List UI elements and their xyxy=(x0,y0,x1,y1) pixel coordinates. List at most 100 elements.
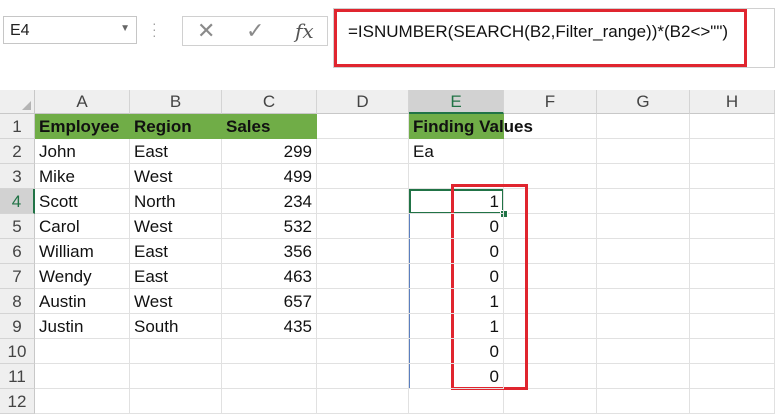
cell[interactable] xyxy=(597,164,690,189)
table-cell[interactable]: Justin xyxy=(35,314,130,339)
cell[interactable] xyxy=(317,364,409,389)
row-header-2[interactable]: 2 xyxy=(0,139,35,164)
table-header-cell[interactable]: Region xyxy=(130,114,222,139)
table-cell[interactable]: 435 xyxy=(222,314,317,339)
cell[interactable] xyxy=(222,339,317,364)
table-cell[interactable]: West xyxy=(130,164,222,189)
table-cell[interactable]: East xyxy=(130,139,222,164)
table-cell[interactable]: 299 xyxy=(222,139,317,164)
cell[interactable] xyxy=(690,164,775,189)
table-cell[interactable]: 657 xyxy=(222,289,317,314)
chevron-down-icon[interactable]: ▼ xyxy=(120,23,130,34)
cell[interactable] xyxy=(317,114,409,139)
cell[interactable] xyxy=(130,364,222,389)
cell[interactable] xyxy=(690,114,775,139)
table-cell[interactable]: North xyxy=(130,189,222,214)
cell[interactable] xyxy=(317,214,409,239)
cell[interactable] xyxy=(597,289,690,314)
cell[interactable] xyxy=(317,389,409,414)
cell[interactable] xyxy=(317,139,409,164)
table-cell[interactable]: 356 xyxy=(222,239,317,264)
cell[interactable] xyxy=(597,314,690,339)
row-header-3[interactable]: 3 xyxy=(0,164,35,189)
cell[interactable] xyxy=(597,214,690,239)
formula-input[interactable]: =ISNUMBER(SEARCH(B2,Filter_range))*(B2<>… xyxy=(333,8,775,68)
row-header-7[interactable]: 7 xyxy=(0,264,35,289)
cell[interactable] xyxy=(690,364,775,389)
cell[interactable] xyxy=(504,189,597,214)
cell[interactable] xyxy=(130,339,222,364)
column-header-c[interactable]: C xyxy=(222,90,317,114)
row-header-10[interactable]: 10 xyxy=(0,339,35,364)
cell[interactable] xyxy=(597,139,690,164)
spreadsheet-grid[interactable]: ABCDEFGH 1 2 3 4 5 6 7 8 9 10 11 12 Employee Region S… xyxy=(0,90,775,414)
column-header-h[interactable]: H xyxy=(690,90,775,114)
table-cell[interactable]: 463 xyxy=(222,264,317,289)
cell[interactable] xyxy=(130,389,222,414)
column-header-e[interactable]: E xyxy=(409,90,504,114)
cell[interactable] xyxy=(597,189,690,214)
cell[interactable] xyxy=(690,314,775,339)
table-cell[interactable]: Austin xyxy=(35,289,130,314)
column-header-f[interactable]: F xyxy=(504,90,597,114)
cell[interactable] xyxy=(690,139,775,164)
result-cell[interactable]: 0 xyxy=(409,239,504,264)
cell[interactable] xyxy=(317,239,409,264)
table-cell[interactable]: 499 xyxy=(222,164,317,189)
cell[interactable] xyxy=(317,289,409,314)
cell[interactable] xyxy=(504,389,597,414)
cell[interactable] xyxy=(690,289,775,314)
result-cell[interactable]: 1 xyxy=(409,189,504,214)
table-header-cell[interactable]: Sales xyxy=(222,114,317,139)
cell[interactable] xyxy=(409,164,504,189)
cell[interactable] xyxy=(222,364,317,389)
cell[interactable] xyxy=(690,389,775,414)
cell[interactable] xyxy=(597,389,690,414)
result-cell[interactable]: 0 xyxy=(409,339,504,364)
insert-function-icon[interactable]: fx xyxy=(295,19,314,43)
cell[interactable] xyxy=(504,289,597,314)
cell[interactable] xyxy=(504,364,597,389)
cell[interactable] xyxy=(35,389,130,414)
row-header-5[interactable]: 5 xyxy=(0,214,35,239)
result-cell[interactable]: 0 xyxy=(409,264,504,289)
column-header-a[interactable]: A xyxy=(35,90,130,114)
table-cell[interactable]: John xyxy=(35,139,130,164)
table-cell[interactable]: Wendy xyxy=(35,264,130,289)
finding-values-header[interactable]: Finding Values xyxy=(409,114,533,139)
close-icon[interactable]: ✕ xyxy=(197,18,215,44)
cell[interactable] xyxy=(504,214,597,239)
row-header-11[interactable]: 11 xyxy=(0,364,35,389)
row-header-6[interactable]: 6 xyxy=(0,239,35,264)
cell[interactable] xyxy=(690,264,775,289)
row-header-9[interactable]: 9 xyxy=(0,314,35,339)
cell[interactable] xyxy=(690,214,775,239)
name-box[interactable]: E4 ▼ xyxy=(3,16,137,44)
check-icon[interactable]: ✓ xyxy=(246,18,264,44)
cell[interactable] xyxy=(597,364,690,389)
table-cell[interactable]: East xyxy=(130,239,222,264)
table-cell[interactable]: West xyxy=(130,214,222,239)
column-header-d[interactable]: D xyxy=(317,90,409,114)
row-header-4[interactable]: 4 xyxy=(0,189,35,214)
cell[interactable] xyxy=(504,339,597,364)
cell[interactable] xyxy=(597,114,690,139)
cell[interactable] xyxy=(317,264,409,289)
cell[interactable] xyxy=(317,339,409,364)
cell[interactable] xyxy=(597,239,690,264)
column-header-b[interactable]: B xyxy=(130,90,222,114)
table-cell[interactable]: William xyxy=(35,239,130,264)
cell[interactable] xyxy=(690,239,775,264)
cell[interactable] xyxy=(317,314,409,339)
table-cell[interactable]: Scott xyxy=(35,189,130,214)
row-header-8[interactable]: 8 xyxy=(0,289,35,314)
select-all-button[interactable] xyxy=(0,90,35,114)
cell[interactable] xyxy=(317,164,409,189)
column-header-g[interactable]: G xyxy=(597,90,690,114)
cell[interactable] xyxy=(597,264,690,289)
result-cell[interactable]: 0 xyxy=(409,214,504,239)
table-header-cell[interactable]: Employee xyxy=(35,114,130,139)
table-cell[interactable]: 532 xyxy=(222,214,317,239)
row-header-1[interactable]: 1 xyxy=(0,114,35,139)
table-cell[interactable]: Mike xyxy=(35,164,130,189)
